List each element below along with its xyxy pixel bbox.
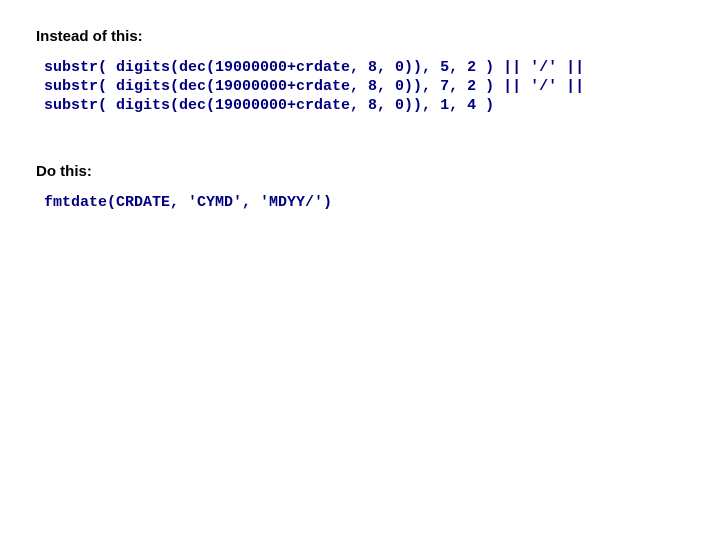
code-block-fmtdate: fmtdate(CRDATE, 'CYMD', 'MDYY/') bbox=[44, 194, 684, 213]
spacer bbox=[36, 143, 684, 163]
slide-content: Instead of this: substr( digits(dec(1900… bbox=[0, 0, 720, 269]
heading-do-this: Do this: bbox=[36, 163, 684, 180]
code-block-substr: substr( digits(dec(19000000+crdate, 8, 0… bbox=[44, 59, 684, 115]
heading-instead-of-this: Instead of this: bbox=[36, 28, 684, 45]
